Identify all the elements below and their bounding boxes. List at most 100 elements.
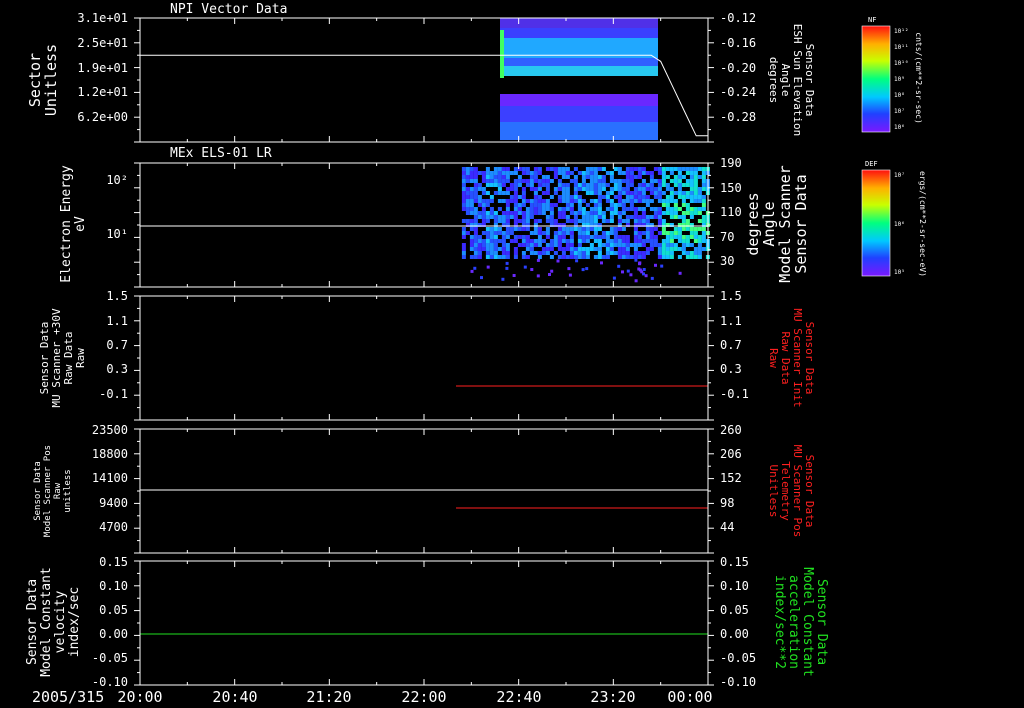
panel-npi: NPI Vector Data 3.1e+01 2.5e+01 1.9e+01 … <box>26 2 816 143</box>
heatmap-cell <box>641 195 646 199</box>
heatmap-cell <box>489 207 494 211</box>
heatmap-cell <box>585 211 590 215</box>
heatmap-cell <box>665 175 670 179</box>
heatmap-band <box>500 106 658 122</box>
heatmap-band <box>500 66 658 76</box>
heatmap-cell <box>665 167 670 171</box>
heatmap-cell <box>569 235 574 239</box>
heatmap-cell <box>697 211 702 215</box>
heatmap-cell <box>609 211 614 215</box>
colorbar-nf: NF 10¹² 10¹¹ 10¹⁰ 10⁹ 10⁸ 10⁷ 10⁶ cnts/(… <box>861 16 923 133</box>
heatmap-cell <box>541 251 546 255</box>
heatmap-cell <box>621 255 626 259</box>
heatmap-cell <box>637 231 642 235</box>
heatmap-cell <box>678 271 682 275</box>
heatmap-cell <box>633 235 638 239</box>
y-tick-label: -0.05 <box>720 651 756 665</box>
heatmap-cell <box>521 255 526 259</box>
heatmap-cell <box>589 167 594 171</box>
heatmap-cell <box>505 171 510 175</box>
heatmap-cell <box>577 243 582 247</box>
heatmap-cell <box>493 171 498 175</box>
y-axis-label: Sensor Data <box>33 461 43 521</box>
heatmap-cell <box>609 207 614 211</box>
heatmap-cell <box>513 199 518 203</box>
heatmap-cell <box>485 247 490 251</box>
heatmap-cell <box>533 179 538 183</box>
heatmap-cell <box>461 227 466 231</box>
heatmap-cell <box>605 191 610 195</box>
heatmap-cell <box>601 211 606 215</box>
colorbar-tick: 10¹² <box>894 28 908 35</box>
heatmap-cell <box>505 231 510 235</box>
heatmap-cell <box>525 183 530 187</box>
heatmap-cell <box>609 203 614 207</box>
heatmap-cell <box>497 219 502 223</box>
heatmap-cell <box>557 243 562 247</box>
heatmap-cell <box>681 167 686 171</box>
heatmap-cell <box>477 255 482 259</box>
heatmap-cell <box>581 227 586 231</box>
heatmap-cell <box>621 251 626 255</box>
heatmap-cell <box>473 167 478 171</box>
heatmap-cell <box>637 251 642 255</box>
heatmap-cell <box>493 243 498 247</box>
heatmap-cell <box>481 171 486 175</box>
heatmap-cell <box>665 207 670 211</box>
heatmap-cell <box>485 191 490 195</box>
heatmap-cell <box>461 187 466 191</box>
heatmap-cell <box>689 195 694 199</box>
heatmap-cell <box>581 179 586 183</box>
heatmap-cell <box>581 219 586 223</box>
heatmap-cell <box>465 211 470 215</box>
heatmap-cell <box>657 195 662 199</box>
heatmap-cell <box>605 251 610 255</box>
heatmap-cell <box>485 219 490 223</box>
heatmap-cell <box>605 239 610 243</box>
heatmap-cell <box>529 251 534 255</box>
heatmap-cell <box>637 183 642 187</box>
heatmap-cell <box>469 203 474 207</box>
heatmap-cell <box>480 276 483 280</box>
heatmap-cell <box>465 231 470 235</box>
heatmap-cell <box>501 247 506 251</box>
heatmap-cell <box>617 187 622 191</box>
heatmap-cell <box>601 255 606 259</box>
heatmap-cell <box>597 203 602 207</box>
heatmap-cell <box>689 231 694 235</box>
heatmap-cell <box>581 235 586 239</box>
heatmap-cell <box>569 195 574 199</box>
heatmap-cell <box>625 207 630 211</box>
heatmap-cell <box>641 199 646 203</box>
heatmap-cell <box>689 179 694 183</box>
heatmap-cell <box>556 259 560 263</box>
heatmap-cell <box>473 227 478 231</box>
heatmap-cell <box>589 199 594 203</box>
heatmap-cell <box>581 231 586 235</box>
heatmap-cell <box>685 211 690 215</box>
heatmap-cell <box>701 203 706 207</box>
heatmap-cell <box>693 247 698 251</box>
heatmap-cell <box>481 243 486 247</box>
heatmap-cell <box>549 215 554 219</box>
heatmap-cell <box>593 171 598 175</box>
heatmap-cell <box>473 179 478 183</box>
heatmap-cell <box>461 195 466 199</box>
heatmap-cell <box>685 251 690 255</box>
heatmap-cell <box>609 243 614 247</box>
heatmap-cell <box>509 227 514 231</box>
heatmap-cell <box>649 235 654 239</box>
y-tick-label: 23500 <box>92 423 128 437</box>
heatmap-cell <box>597 227 602 231</box>
heatmap-cell <box>577 199 582 203</box>
heatmap-cell <box>561 171 566 175</box>
heatmap-cell <box>625 183 630 187</box>
heatmap-cell <box>677 215 682 219</box>
heatmap-cell <box>605 247 610 251</box>
heatmap-cell <box>481 203 486 207</box>
heatmap-cell <box>573 255 578 259</box>
heatmap-cell <box>557 171 562 175</box>
heatmap-cell <box>461 167 466 171</box>
heatmap-cell <box>661 255 666 259</box>
heatmap-cell <box>653 191 658 195</box>
